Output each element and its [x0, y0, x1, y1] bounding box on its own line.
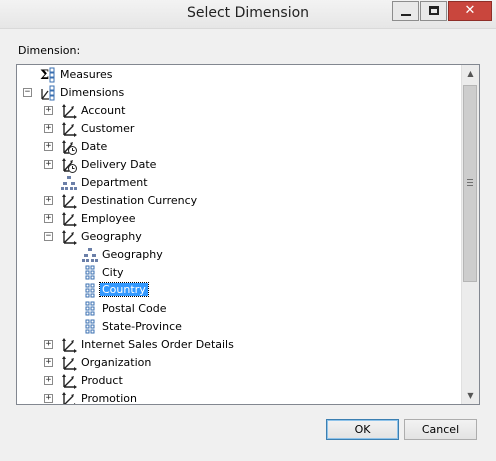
- tree-item[interactable]: − Dimensions: [17, 84, 462, 102]
- tree-item-label: Promotion: [81, 392, 137, 405]
- tree-item-label: Product: [81, 374, 123, 387]
- tree-item[interactable]: + Account: [17, 102, 462, 120]
- tree-item[interactable]: City: [17, 264, 462, 282]
- tree-item[interactable]: + Employee: [17, 210, 462, 228]
- tree-item[interactable]: Σ Measures: [17, 66, 462, 84]
- expand-icon[interactable]: +: [44, 196, 53, 205]
- expand-icon[interactable]: +: [44, 124, 53, 133]
- dimension-icon: [61, 337, 77, 353]
- hierarchy-icon: [61, 175, 77, 191]
- dimensions-icon: [40, 85, 56, 101]
- tree-item[interactable]: Geography: [17, 246, 462, 264]
- time-dimension-icon: [61, 139, 77, 155]
- expand-icon[interactable]: +: [44, 106, 53, 115]
- dimension-icon: [61, 355, 77, 371]
- tree-item-label: Delivery Date: [81, 158, 157, 171]
- tree-item[interactable]: Postal Code: [17, 300, 462, 318]
- expand-icon[interactable]: +: [44, 376, 53, 385]
- minimize-button[interactable]: [392, 1, 419, 21]
- grip-icon: [467, 185, 473, 186]
- dimension-icon: [61, 211, 77, 227]
- expand-icon[interactable]: +: [44, 394, 53, 403]
- tree-item-label: Geography: [102, 248, 163, 261]
- vertical-scrollbar[interactable]: ▲ ▼: [461, 65, 479, 404]
- minimize-icon: [401, 14, 411, 16]
- tree-item-label: Measures: [60, 68, 113, 81]
- tree-item[interactable]: + Promotion: [17, 390, 462, 405]
- tree-item[interactable]: + Delivery Date: [17, 156, 462, 174]
- tree-item-label: Dimensions: [60, 86, 125, 99]
- attribute-icon: [82, 319, 98, 335]
- tree-item-label: Account: [81, 104, 126, 117]
- tree-item[interactable]: + Date: [17, 138, 462, 156]
- measures-icon: Σ: [40, 67, 56, 83]
- tree-item-label: Geography: [81, 230, 142, 243]
- dimension-icon: [61, 103, 77, 119]
- dimension-icon: [61, 193, 77, 209]
- tree-item[interactable]: − Geography: [17, 228, 462, 246]
- tree-item-label: Department: [81, 176, 148, 189]
- dimension-icon: [61, 391, 77, 404]
- expand-icon[interactable]: +: [44, 142, 53, 151]
- tree-item[interactable]: + Internet Sales Order Details: [17, 336, 462, 354]
- tree-item[interactable]: + Organization: [17, 354, 462, 372]
- tree-item-label: Customer: [81, 122, 135, 135]
- expand-icon[interactable]: +: [44, 340, 53, 349]
- scroll-thumb[interactable]: [463, 85, 477, 282]
- maximize-icon: [429, 6, 439, 15]
- dimension-icon: [61, 229, 77, 245]
- maximize-button[interactable]: [420, 1, 447, 21]
- expand-icon[interactable]: +: [44, 214, 53, 223]
- tree-item-label: Organization: [81, 356, 152, 369]
- cancel-button[interactable]: Cancel: [404, 419, 477, 440]
- tree-item[interactable]: + Destination Currency: [17, 192, 462, 210]
- ok-button[interactable]: OK: [326, 419, 399, 440]
- tree-item-label: City: [102, 266, 124, 279]
- hierarchy-icon: [82, 247, 98, 263]
- grip-icon: [467, 182, 473, 183]
- tree-item-label: Destination Currency: [81, 194, 198, 207]
- tree-item-label: Country: [99, 282, 149, 297]
- tree-item-label: Date: [81, 140, 108, 153]
- scroll-down-button[interactable]: ▼: [462, 387, 479, 404]
- title-bar: Select Dimension ✕: [0, 0, 496, 29]
- close-button[interactable]: ✕: [448, 1, 492, 21]
- dimension-icon: [61, 373, 77, 389]
- collapse-icon[interactable]: −: [44, 232, 53, 241]
- dimension-label: Dimension:: [18, 44, 81, 57]
- attribute-icon: [82, 265, 98, 281]
- grip-icon: [467, 179, 473, 180]
- svg-text:Σ: Σ: [40, 68, 49, 83]
- tree-item[interactable]: Department: [17, 174, 462, 192]
- tree-item-label: Employee: [81, 212, 136, 225]
- expand-icon[interactable]: +: [44, 160, 53, 169]
- tree-item[interactable]: State-Province: [17, 318, 462, 336]
- tree-item[interactable]: Country: [17, 282, 462, 300]
- expand-icon[interactable]: +: [44, 358, 53, 367]
- tree-item-label: Internet Sales Order Details: [81, 338, 234, 351]
- collapse-icon[interactable]: −: [23, 88, 32, 97]
- time-dimension-icon: [61, 157, 77, 173]
- attribute-icon: [82, 301, 98, 317]
- attribute-icon: [82, 283, 98, 299]
- tree-item-label: State-Province: [102, 320, 182, 333]
- tree-item[interactable]: + Customer: [17, 120, 462, 138]
- tree-item-label: Postal Code: [102, 302, 167, 315]
- dimension-icon: [61, 121, 77, 137]
- dimension-tree[interactable]: + Promotion + Product + Organization + Internet…: [16, 64, 480, 405]
- scroll-up-button[interactable]: ▲: [462, 65, 479, 82]
- tree-item[interactable]: + Product: [17, 372, 462, 390]
- close-icon: ✕: [464, 3, 476, 18]
